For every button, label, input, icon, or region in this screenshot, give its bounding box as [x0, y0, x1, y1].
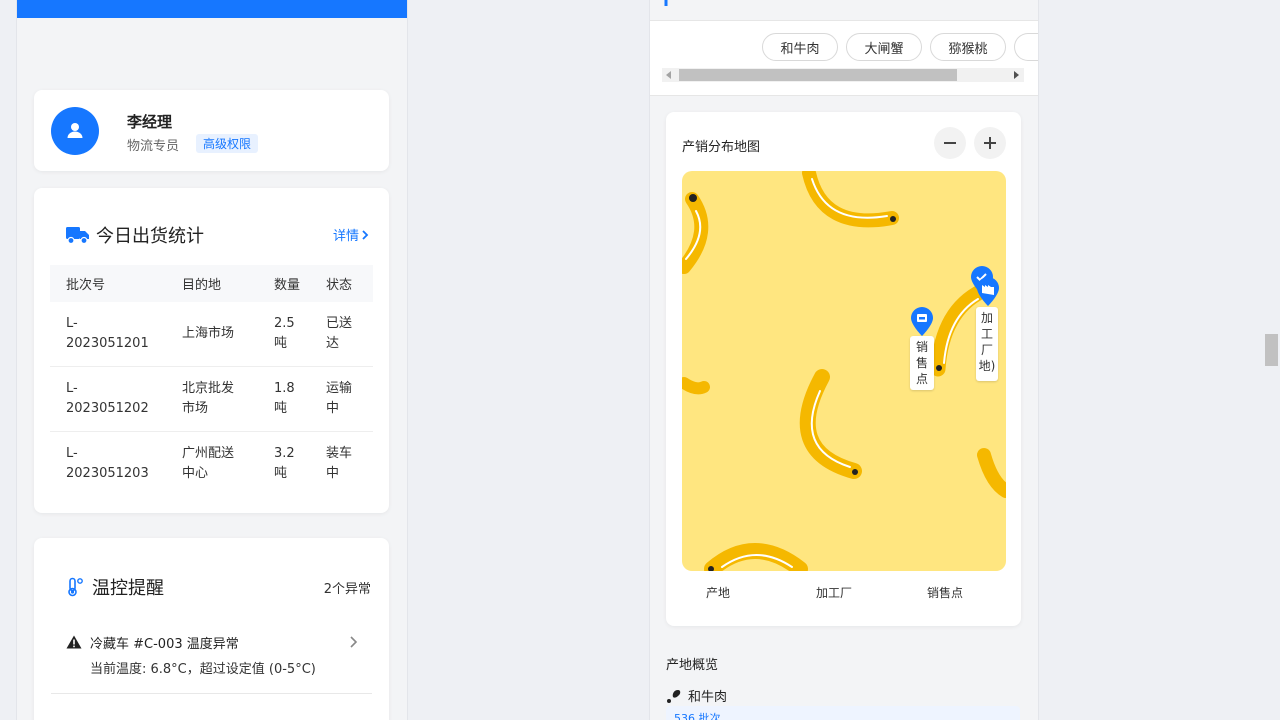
- table-header-row: 批次号 目的地 数量 状态: [50, 265, 373, 302]
- chevron-right-icon: [350, 636, 358, 648]
- overview-item-label: 和牛肉: [688, 690, 728, 705]
- factory-label-extra: 地): [978, 359, 996, 373]
- destination-cell: 上海市场: [166, 302, 258, 367]
- column-header-destination: 目的地: [166, 265, 258, 302]
- quantity-cell: 3.2 吨: [274, 446, 295, 481]
- column-header-batch: 批次号: [50, 265, 166, 302]
- warning-icon: [66, 635, 82, 649]
- distribution-map-card: 产销分布地图 销售点 加工厂 地) 产地 加工厂 销售点: [666, 112, 1021, 626]
- destination-cell: 北京批发 市场: [166, 366, 258, 432]
- thermometer-icon: [68, 577, 83, 597]
- batch-cell: L- 2023051201: [50, 302, 166, 367]
- left-panel: 李经理 物流专员 高级权限 今日出货统计 详情 批次号 目的地 数量 状态 L-…: [16, 0, 408, 720]
- factory-marker[interactable]: [976, 277, 1000, 311]
- status-cell: 已送达: [310, 302, 373, 367]
- shipment-stats-card: 今日出货统计 详情 批次号 目的地 数量 状态 L- 2023051201 上海市…: [34, 188, 389, 513]
- map-canvas[interactable]: 销售点 加工厂 地): [682, 171, 1006, 571]
- page-scrollbar-thumb[interactable]: [1265, 334, 1278, 366]
- table-row[interactable]: L- 2023051201 上海市场 2.5 吨 已送达: [50, 302, 373, 367]
- temperature-alert-card: 温控提醒 2个异常 冷藏车 #C-003 温度异常 当前温度: 6.8°C，超过…: [34, 538, 389, 720]
- origin-overview-title: 产地概览: [666, 658, 719, 673]
- truck-icon: [66, 227, 89, 244]
- product-chip[interactable]: 和牛肉: [762, 33, 838, 61]
- column-header-status: 状态: [310, 265, 373, 302]
- factory-label: 加工厂 地): [976, 307, 998, 381]
- meat-icon: [667, 689, 681, 703]
- shipment-title: 今日出货统计: [96, 226, 204, 247]
- table-row[interactable]: L- 2023051203 广州配送 中心 3.2 吨 装车中: [50, 432, 373, 497]
- user-icon: [67, 123, 83, 138]
- banana-pattern-background: [682, 171, 1006, 571]
- column-header-quantity: 数量: [258, 265, 310, 302]
- status-cell: 装车中: [326, 446, 353, 481]
- legend-factory: 加工厂: [816, 586, 853, 600]
- scroll-right-icon[interactable]: [1014, 71, 1020, 79]
- batch-cell: L- 2023051202: [50, 366, 166, 432]
- product-chip[interactable]: 猕猴桃: [930, 33, 1006, 61]
- sales-point-label: 销售点: [910, 336, 934, 390]
- alert-detail: 当前温度: 6.8°C，超过设定值 (0-5°C): [90, 662, 316, 677]
- right-panel: 和牛肉 大闸蟹 猕猴桃 产销分布地图 销售点 加工厂 地) 产地 加工厂 销售点…: [649, 0, 1039, 720]
- anomaly-count: 2个异常: [323, 582, 371, 597]
- legend-origin: 产地: [706, 586, 731, 600]
- horizontal-scrollbar[interactable]: [662, 68, 1024, 82]
- alert-title: 冷藏车 #C-003 温度异常: [90, 637, 239, 652]
- batch-count-label: 536 批次: [674, 712, 721, 720]
- temperature-header: 温控提醒: [66, 574, 164, 600]
- quantity-cell: 1.8 吨: [258, 366, 310, 432]
- profile-name: 李经理: [127, 113, 173, 131]
- scrollbar-thumb[interactable]: [679, 69, 957, 81]
- product-filter-bar: 和牛肉 大闸蟹 猕猴桃: [650, 20, 1038, 96]
- temperature-title: 温控提醒: [92, 578, 164, 599]
- scroll-left-icon[interactable]: [666, 71, 672, 79]
- location-pin-icon: [664, 0, 668, 6]
- zoom-out-button[interactable]: [934, 127, 966, 159]
- table-row[interactable]: L- 2023051202 北京批发 市场 1.8 吨 运输中: [50, 366, 373, 432]
- chevron-right-icon: [362, 229, 369, 240]
- destination-cell: 广州配送 中心: [182, 446, 235, 481]
- batch-count-badge: 536 批次: [666, 706, 1020, 720]
- shipment-header: 今日出货统计: [66, 222, 204, 248]
- status-cell: 运输中: [310, 366, 373, 432]
- detail-link[interactable]: 详情: [333, 225, 371, 244]
- permission-badge: 高级权限: [196, 134, 259, 153]
- store-pin-icon: [911, 307, 933, 336]
- factory-pin-icon: [977, 277, 999, 306]
- detail-link-label: 详情: [332, 229, 359, 244]
- product-chip-partial[interactable]: [1014, 33, 1038, 61]
- batch-cell: L- 2023051203: [66, 446, 149, 481]
- profile-card: 李经理 物流专员 高级权限: [34, 90, 389, 171]
- overview-item[interactable]: 和牛肉: [666, 686, 727, 705]
- avatar[interactable]: [51, 107, 99, 155]
- minus-icon: [944, 142, 956, 144]
- top-header-bar: [17, 0, 407, 18]
- plus-icon: [984, 137, 996, 149]
- legend-sales: 销售点: [927, 586, 964, 600]
- zoom-in-button[interactable]: [974, 127, 1006, 159]
- product-chip[interactable]: 大闸蟹: [846, 33, 922, 61]
- shipment-table: 批次号 目的地 数量 状态 L- 2023051201 上海市场 2.5 吨 已送达…: [50, 265, 373, 496]
- alert-item[interactable]: 冷藏车 #C-003 温度异常 当前温度: 6.8°C，超过设定值 (0-5°C…: [51, 615, 372, 694]
- map-title: 产销分布地图: [682, 140, 761, 155]
- profile-role: 物流专员: [127, 139, 180, 154]
- quantity-cell: 2.5 吨: [258, 302, 310, 367]
